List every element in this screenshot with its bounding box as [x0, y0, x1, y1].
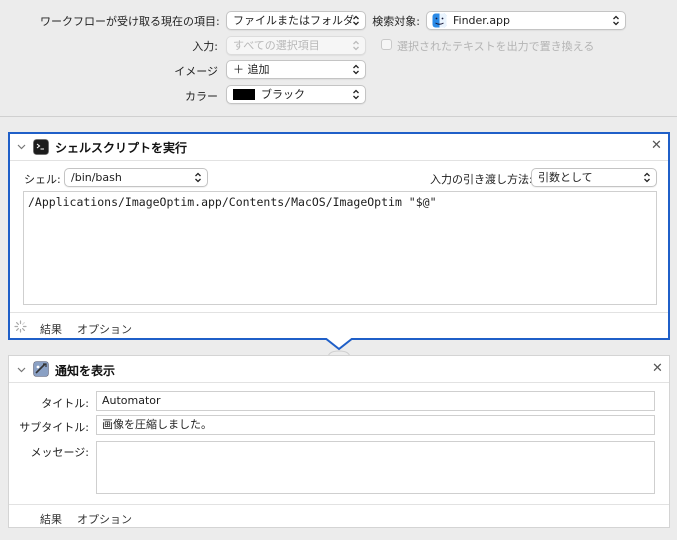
popup-arrows-icon [353, 64, 359, 75]
input-label: 入力: [192, 40, 218, 53]
notif-title-field[interactable]: Automator [96, 391, 655, 411]
close-icon[interactable]: ✕ [651, 139, 662, 152]
popup-arrows-icon [353, 40, 359, 51]
workflow-settings-panel: ワークフローが受け取る現在の項目: ファイルまたはフォルダ 検索対象: Find… [0, 0, 677, 117]
receives-popup-value: ファイルまたはフォルダ [233, 14, 354, 27]
results-button[interactable]: 結果 [40, 321, 62, 337]
popup-arrows-icon [644, 172, 650, 183]
disclosure-chevron-icon[interactable] [17, 367, 26, 373]
input-popup-value: すべての選択項目 [233, 39, 320, 52]
notif-title-label: タイトル: [41, 397, 89, 410]
close-icon[interactable]: ✕ [652, 362, 663, 375]
color-label: カラー [185, 90, 218, 103]
replace-selection-checkbox[interactable] [381, 39, 392, 50]
pass-input-popup[interactable]: 引数として [531, 168, 657, 187]
disclosure-chevron-icon[interactable] [17, 144, 26, 150]
image-label: イメージ [174, 65, 218, 78]
search-target-popup[interactable]: Finder.app [426, 11, 626, 30]
results-button[interactable]: 結果 [40, 511, 62, 527]
color-popup[interactable]: ブラック [226, 85, 366, 104]
popup-arrows-icon [353, 15, 359, 26]
search-target-value: Finder.app [453, 14, 511, 27]
script-editor[interactable]: /Applications/ImageOptim.app/Contents/Ma… [23, 191, 657, 305]
divider [9, 382, 669, 383]
replace-selection-label: 選択されたテキストを出力で置き換える [397, 40, 595, 53]
pass-input-label: 入力の引き渡し方法: [430, 173, 533, 186]
image-popup-value: ＋ 追加 [233, 63, 270, 76]
options-button[interactable]: オプション [77, 321, 132, 337]
shell-label: シェル: [24, 173, 61, 186]
options-button[interactable]: オプション [77, 511, 132, 527]
automator-notification-icon [33, 361, 49, 377]
search-target-label: 検索対象: [372, 15, 420, 28]
shell-popup-value: /bin/bash [71, 171, 122, 184]
receives-popup[interactable]: ファイルまたはフォルダ [226, 11, 366, 30]
input-popup[interactable]: すべての選択項目 [226, 36, 366, 55]
notif-message-field[interactable] [96, 441, 655, 494]
image-popup[interactable]: ＋ 追加 [226, 60, 366, 79]
divider [9, 504, 669, 505]
divider [10, 160, 668, 161]
notif-subtitle-field[interactable]: 画像を圧縮しました。 [96, 415, 655, 435]
popup-arrows-icon [353, 89, 359, 100]
shell-popup[interactable]: /bin/bash [64, 168, 208, 187]
notif-subtitle-label: サブタイトル: [19, 421, 89, 434]
divider [10, 312, 668, 313]
popup-arrows-icon [613, 15, 619, 26]
popup-arrows-icon [195, 172, 201, 183]
shell-script-action[interactable]: シェルスクリプトを実行 ✕ シェル: /bin/bash 入力の引き渡し方法: … [8, 132, 670, 340]
terminal-icon [33, 139, 49, 155]
pass-input-popup-value: 引数として [538, 171, 593, 184]
notif-message-label: メッセージ: [30, 446, 90, 459]
receives-label: ワークフローが受け取る現在の項目: [40, 15, 220, 28]
notification-action-title: 通知を表示 [55, 364, 116, 378]
spinner-icon [14, 320, 27, 333]
notification-action[interactable]: 通知を表示 ✕ タイトル: Automator サブタイトル: 画像を圧縮しまし… [8, 355, 670, 528]
color-popup-value: ブラック [261, 88, 305, 101]
finder-icon [432, 13, 447, 28]
color-swatch [233, 89, 255, 100]
shell-action-title: シェルスクリプトを実行 [55, 141, 188, 155]
